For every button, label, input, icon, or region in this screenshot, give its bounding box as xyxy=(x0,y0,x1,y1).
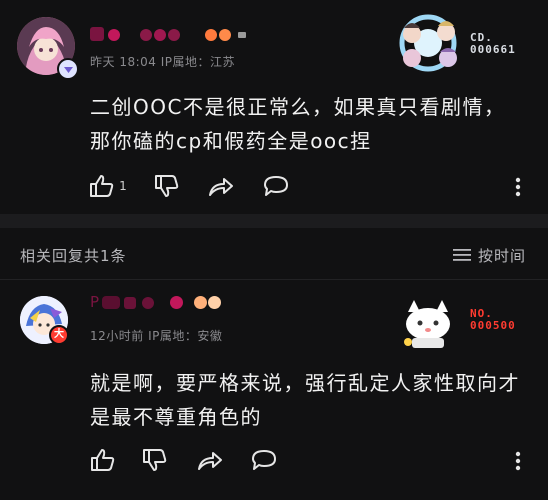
fan-badge: NO. 000500 xyxy=(398,298,523,352)
comment-icon xyxy=(264,176,288,196)
share-icon xyxy=(209,178,233,196)
like-button[interactable]: 1 xyxy=(88,173,128,199)
share-icon xyxy=(198,452,222,470)
comment-meta: 昨天 18:04 IP属地：江苏 xyxy=(90,55,235,69)
username[interactable]: P xyxy=(90,293,240,313)
thumbs-down-icon xyxy=(155,175,179,197)
verified-badge-icon xyxy=(57,58,79,80)
dislike-button[interactable] xyxy=(140,447,170,473)
replies-title: 相关回复共1条 xyxy=(20,247,127,265)
comment-text: 二创OOC不是很正常么，如果真只看剧情，那你磕的cp和假药全是ooc捏 xyxy=(90,95,506,153)
share-button[interactable] xyxy=(206,173,236,199)
username[interactable] xyxy=(90,24,260,44)
fan-badge-number: 000661 xyxy=(470,43,516,56)
avatar-badge: 大 xyxy=(49,325,69,345)
sort-button[interactable]: 按时间 xyxy=(452,244,532,266)
fan-badge-art xyxy=(399,14,457,72)
more-icon xyxy=(515,451,521,471)
sort-label: 按时间 xyxy=(478,246,527,265)
comment-meta: 12小时前 IP属地：安徽 xyxy=(90,329,223,343)
fan-badge-art xyxy=(404,300,450,348)
thumbs-up-icon xyxy=(90,175,114,197)
comment-text: 就是啊，要严格来说，强行乱定人家性取向才是最不尊重角色的 xyxy=(90,371,520,429)
username-partial: P xyxy=(90,293,100,311)
dislike-button[interactable] xyxy=(152,173,182,199)
reply-button[interactable] xyxy=(261,173,291,199)
list-icon xyxy=(453,249,471,261)
more-button[interactable] xyxy=(508,174,528,200)
header-rule xyxy=(0,279,548,280)
more-icon xyxy=(515,177,521,197)
thumbs-down-icon xyxy=(143,449,167,471)
comment-icon xyxy=(252,450,276,470)
like-count: 1 xyxy=(119,179,127,193)
section-divider xyxy=(0,214,548,228)
reply-button[interactable] xyxy=(249,447,279,473)
fan-badge-number: 000500 xyxy=(470,319,516,332)
like-button[interactable] xyxy=(88,447,118,473)
thumbs-up-icon xyxy=(91,449,115,471)
fan-badge: CD. 000661 xyxy=(398,14,523,72)
share-button[interactable] xyxy=(195,447,225,473)
more-button[interactable] xyxy=(508,448,528,474)
